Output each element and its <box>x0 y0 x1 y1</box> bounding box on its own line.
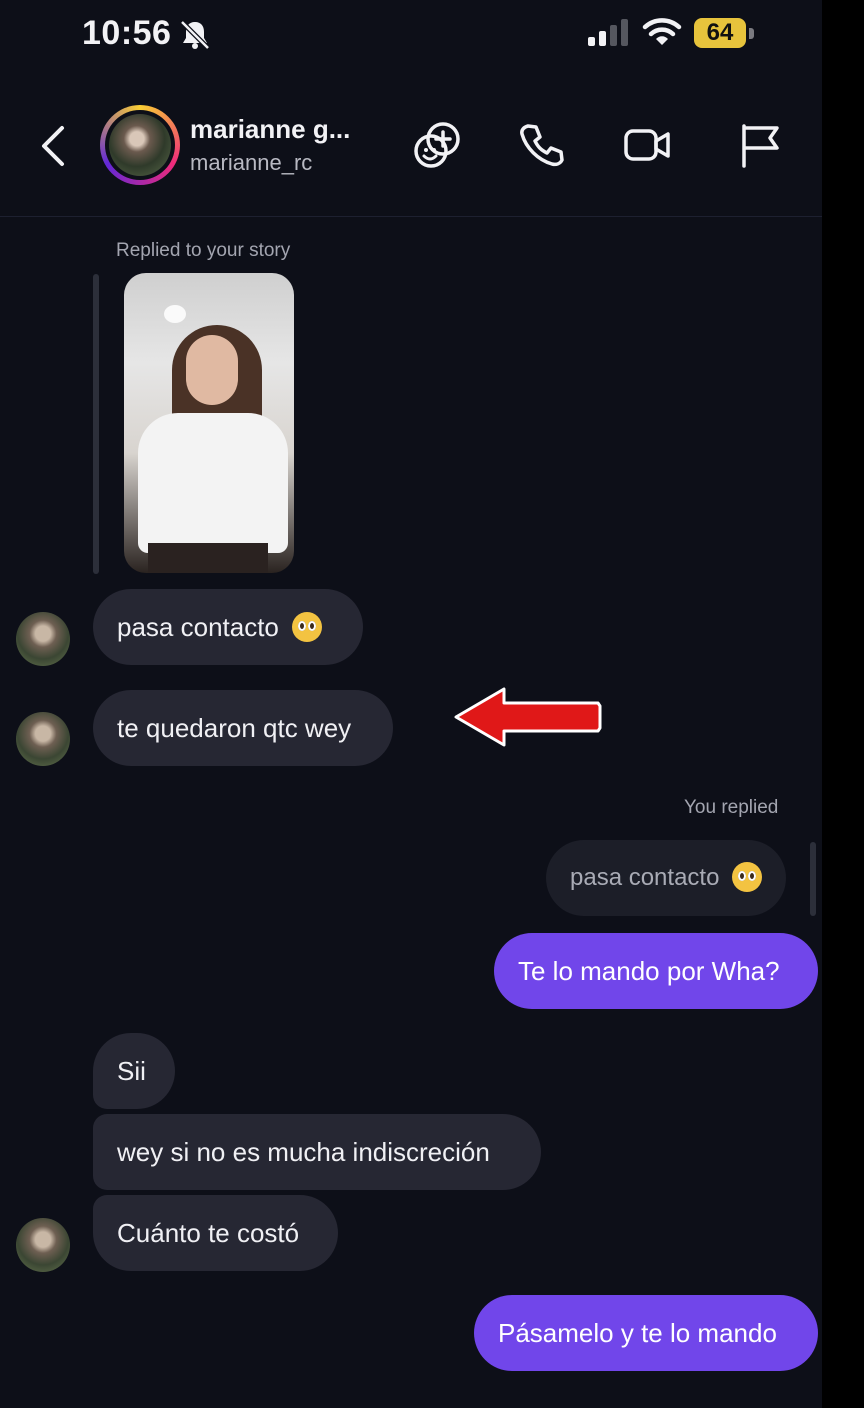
flag-icon[interactable] <box>734 118 788 172</box>
status-bar: 10:56 64 <box>0 0 822 70</box>
message-text: pasa contacto <box>117 612 279 642</box>
quoted-message[interactable]: pasa contacto <box>546 840 786 916</box>
chat-screen: 10:56 64 marianne g... marianne_rc Repli… <box>0 0 822 1408</box>
pleading-face-emoji-icon <box>732 861 763 892</box>
message-text: Te lo mando por Wha? <box>518 956 780 986</box>
quoted-text: pasa contacto <box>570 864 720 891</box>
message-bubble-incoming[interactable]: Sii <box>93 1033 175 1109</box>
battery-icon: 64 <box>694 18 746 48</box>
message-text: Pásamelo y te lo mando <box>498 1318 777 1348</box>
wifi-icon <box>642 18 682 45</box>
message-text: Sii <box>117 1056 146 1086</box>
profile-avatar[interactable] <box>100 105 180 185</box>
add-effect-icon[interactable] <box>410 118 464 172</box>
you-replied-label: You replied <box>684 797 779 818</box>
message-text: wey si no es mucha indiscreción <box>117 1137 490 1167</box>
pleading-face-emoji-icon <box>292 612 323 643</box>
message-text: te quedaron qtc wey <box>117 713 352 743</box>
message-bubble-incoming[interactable]: Cuánto te costó <box>93 1195 338 1271</box>
message-bubble-outgoing[interactable]: Te lo mando por Wha? <box>494 933 818 1009</box>
back-chevron-icon[interactable] <box>36 122 72 170</box>
message-text: Cuánto te costó <box>117 1218 300 1248</box>
status-time: 10:56 <box>82 14 172 52</box>
reply-indicator-bar <box>810 842 816 916</box>
story-thumbnail[interactable] <box>124 273 294 573</box>
sender-avatar[interactable] <box>16 1218 70 1272</box>
story-reply-label: Replied to your story <box>116 240 291 261</box>
bell-slash-icon <box>180 20 210 50</box>
display-name[interactable]: marianne g... <box>190 114 350 145</box>
video-camera-icon[interactable] <box>620 118 674 172</box>
phone-icon[interactable] <box>514 118 568 172</box>
reply-indicator-bar <box>93 274 99 574</box>
message-bubble-incoming[interactable]: pasa contacto <box>93 589 363 665</box>
sender-avatar[interactable] <box>16 712 70 766</box>
message-bubble-incoming[interactable]: te quedaron qtc wey <box>93 690 393 766</box>
battery-nub <box>749 28 754 39</box>
cellular-signal-icon <box>588 19 628 46</box>
message-bubble-outgoing[interactable]: Pásamelo y te lo mando <box>474 1295 818 1371</box>
username[interactable]: marianne_rc <box>190 150 312 176</box>
chat-header: marianne g... marianne_rc <box>0 88 822 217</box>
red-arrow-annotation <box>454 687 602 747</box>
message-bubble-incoming[interactable]: wey si no es mucha indiscreción <box>93 1114 541 1190</box>
screen-edge <box>822 0 864 1408</box>
sender-avatar[interactable] <box>16 612 70 666</box>
